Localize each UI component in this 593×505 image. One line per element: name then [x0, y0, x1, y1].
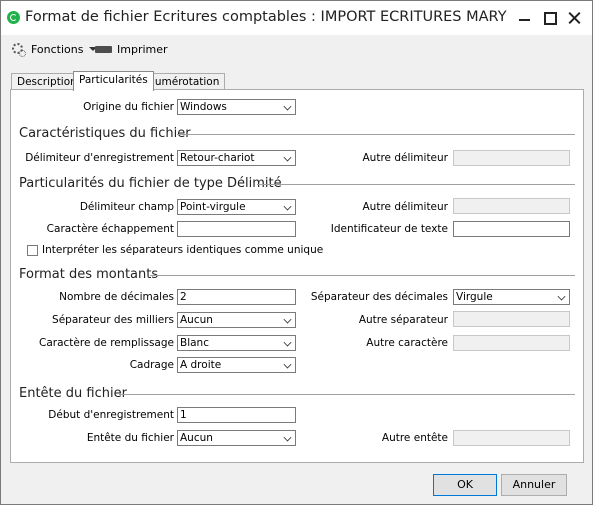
cadrage-select[interactable]: A droite	[177, 357, 296, 373]
cadrage-value: A droite	[180, 359, 222, 371]
autre-caractere-field	[453, 335, 570, 351]
entete-fichier-select[interactable]: Aucun	[177, 430, 296, 446]
delimiteur-enregistrement-value: Retour-chariot	[180, 152, 255, 164]
autre-entete-label: Autre entête	[381, 432, 448, 444]
caractere-echappement-label: Caractère échappement	[46, 223, 174, 235]
caractere-remplissage-select[interactable]: Blanc	[177, 335, 296, 351]
caractere-remplissage-value: Blanc	[180, 337, 209, 349]
section-caracteristiques-title: Caractéristiques du fichier	[19, 126, 191, 141]
chevron-down-icon	[557, 292, 566, 301]
section-divider	[257, 184, 575, 185]
minimize-button[interactable]	[513, 5, 537, 31]
toolbar: Fonctions Imprimer	[1, 36, 592, 62]
app-logo-icon	[7, 11, 20, 24]
section-divider	[119, 394, 575, 395]
separateur-decimales-value: Virgule	[456, 291, 493, 303]
identificateur-texte-label: Identificateur de texte	[330, 223, 448, 235]
chevron-down-icon	[283, 360, 292, 369]
gear-icon	[11, 42, 26, 57]
origine-label: Origine du fichier	[83, 101, 174, 113]
dialog-window: Format de fichier Ecritures comptables :…	[0, 0, 593, 505]
fonctions-label: Fonctions	[31, 42, 84, 56]
printer-icon	[95, 42, 112, 57]
separateur-decimales-select[interactable]: Virgule	[453, 289, 570, 305]
autre-delimiteur-champ-field	[453, 198, 570, 214]
interpreter-checkbox[interactable]	[27, 245, 38, 256]
debut-enregistrement-label: Début d'enregistrement	[48, 409, 174, 421]
chevron-down-icon	[283, 202, 292, 211]
autre-delimiteur-label: Autre délimiteur	[362, 152, 449, 164]
chevron-down-icon	[283, 433, 292, 442]
chevron-down-icon	[283, 338, 292, 347]
caractere-remplissage-label: Caractère de remplissage	[39, 337, 174, 349]
window-title: Format de fichier Ecritures comptables :…	[25, 9, 507, 25]
delimiteur-champ-value: Point-virgule	[180, 201, 246, 213]
close-button[interactable]	[563, 5, 587, 31]
delimiteur-champ-select[interactable]: Point-virgule	[177, 199, 296, 215]
annuler-button[interactable]: Annuler	[501, 474, 567, 496]
imprimer-button[interactable]: Imprimer	[95, 40, 168, 58]
imprimer-label: Imprimer	[117, 42, 168, 56]
delimiteur-enregistrement-label: Délimiteur d'enregistrement	[25, 152, 174, 164]
fonctions-menu-button[interactable]: Fonctions	[11, 40, 97, 58]
delimiteur-enregistrement-select[interactable]: Retour-chariot	[177, 150, 296, 166]
origine-value: Windows	[180, 101, 227, 113]
maximize-button[interactable]	[538, 5, 562, 31]
autre-caractere-label: Autre caractère	[366, 337, 448, 349]
chevron-down-icon	[283, 315, 292, 324]
tab-particularites[interactable]: Particularités	[73, 71, 154, 91]
section-delimite-title: Particularités du fichier de type Délimi…	[19, 176, 282, 191]
ok-button[interactable]: OK	[433, 474, 497, 496]
autre-entete-field	[453, 430, 570, 446]
entete-fichier-label: Entête du fichier	[86, 432, 174, 444]
cadrage-label: Cadrage	[129, 359, 174, 371]
interpreter-label: Interpréter les séparateurs identiques c…	[42, 244, 324, 256]
entete-fichier-value: Aucun	[180, 432, 213, 444]
separateur-milliers-select[interactable]: Aucun	[177, 312, 296, 328]
nombre-decimales-input[interactable]: 2	[177, 289, 296, 305]
separateur-milliers-label: Séparateur des milliers	[52, 314, 174, 326]
section-divider	[150, 275, 575, 276]
nombre-decimales-label: Nombre de décimales	[59, 291, 174, 303]
identificateur-texte-input[interactable]	[453, 221, 570, 237]
separateur-decimales-label: Séparateur des décimales	[310, 291, 448, 303]
autre-separateur-field	[453, 311, 570, 327]
section-divider	[177, 134, 575, 135]
debut-enregistrement-input[interactable]: 1	[177, 407, 296, 423]
autre-delimiteur-champ-label: Autre délimiteur	[362, 201, 449, 213]
delimiteur-champ-label: Délimiteur champ	[79, 201, 174, 213]
title-bar: Format de fichier Ecritures comptables :…	[1, 1, 592, 35]
chevron-down-icon	[283, 153, 292, 162]
section-entete-title: Entête du fichier	[19, 386, 127, 401]
chevron-down-icon	[283, 102, 292, 111]
tab-panel: Origine du fichier Windows Caractéristiq…	[10, 89, 584, 463]
section-montants-title: Format des montants	[19, 267, 159, 282]
caractere-echappement-input[interactable]	[177, 221, 296, 237]
autre-separateur-label: Autre séparateur	[358, 314, 448, 326]
separateur-milliers-value: Aucun	[180, 314, 213, 326]
autre-delimiteur-field	[453, 150, 570, 166]
origine-select[interactable]: Windows	[177, 99, 296, 115]
